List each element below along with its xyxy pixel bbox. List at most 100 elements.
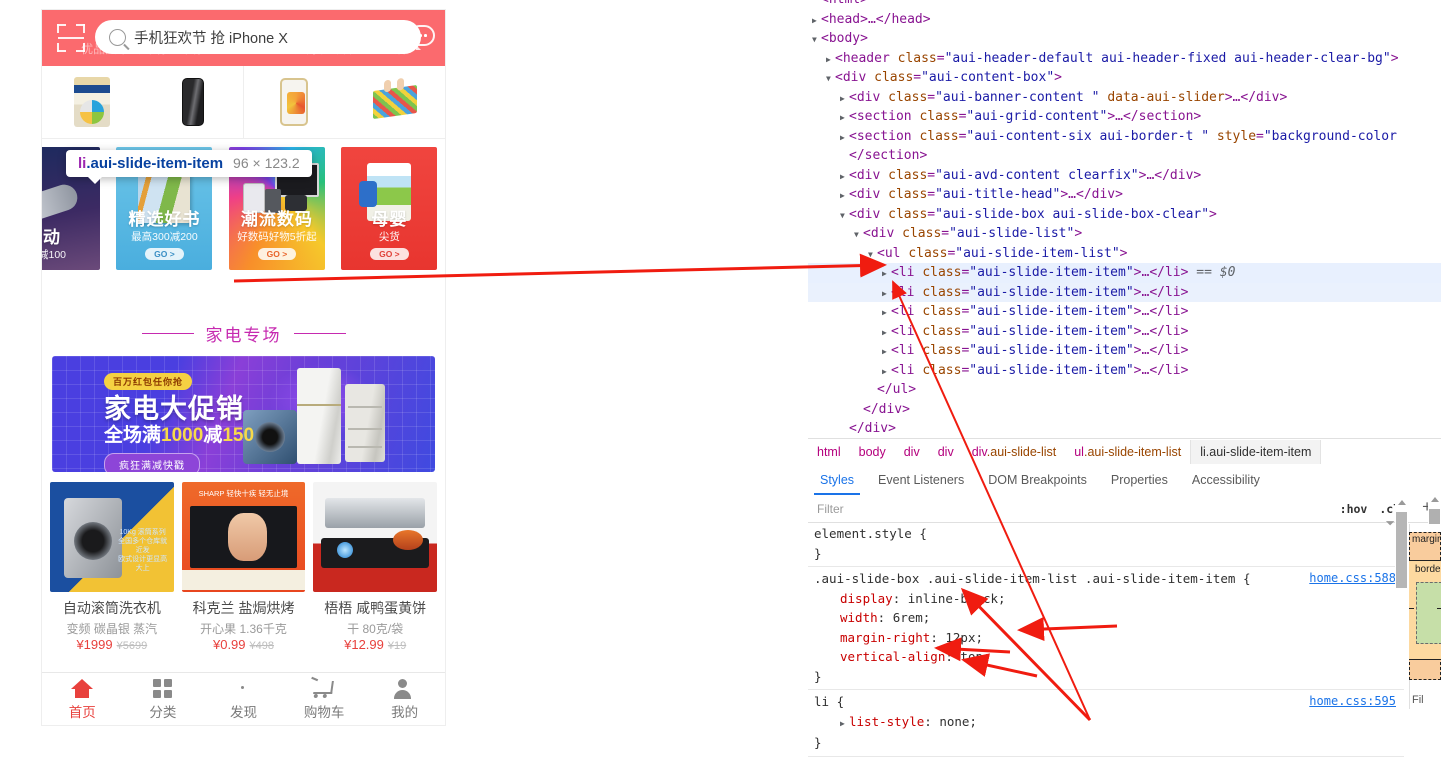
css-declaration[interactable]: margin-right: 12px;	[814, 628, 1404, 648]
tab-dom-breakpoints[interactable]: DOM Breakpoints	[976, 465, 1099, 495]
scroll-thumb[interactable]	[1396, 512, 1407, 588]
disclosure-triangle-icon[interactable]: ▶	[882, 362, 891, 382]
dom-tree-node[interactable]: ▶ <li class="aui-slide-item-item">…</li>	[808, 302, 1441, 322]
dom-tree-node[interactable]: ▶ <li class="aui-slide-item-item">…</li> …	[808, 263, 1441, 283]
disclosure-triangle-icon[interactable]: ▶	[882, 342, 891, 362]
breadcrumb-item[interactable]: html	[808, 440, 850, 465]
disclosure-triangle-icon[interactable]: ▶	[840, 167, 849, 187]
disclosure-triangle-icon[interactable]	[840, 147, 849, 167]
disclosure-triangle-icon[interactable]: ▼	[868, 245, 877, 265]
quick-grid-cell[interactable]	[143, 66, 244, 138]
dom-tree-node[interactable]: ▶ <section class="aui-content-six aui-bor…	[808, 127, 1441, 147]
css-rule[interactable]: li {home.css:595 ▶ list-style: none;}	[808, 690, 1404, 757]
breadcrumb-item[interactable]: body	[850, 440, 895, 465]
disclosure-triangle-icon[interactable]: ▼	[826, 69, 835, 89]
disclosure-triangle-icon[interactable]	[840, 420, 849, 438]
dom-tree-node[interactable]: ▶ <section class="aui-grid-content">…</se…	[808, 107, 1441, 127]
tab-styles[interactable]: Styles	[808, 465, 866, 495]
product-card[interactable]: 梧梧 咸鸭蛋黄饼 干 80克/袋 ¥12.99 ¥19	[313, 482, 438, 652]
slide-item[interactable]: 母婴 尖货 GO >	[341, 147, 438, 270]
breadcrumb-item[interactable]: ul.aui-slide-item-list	[1065, 440, 1190, 465]
mobile-page-preview[interactable]: 优品大聚会 带你逛不停 逛逛好物 发现理想生活 手机狂欢节 抢 iPhone X	[42, 10, 445, 725]
dom-tree-node[interactable]: </div>	[808, 419, 1441, 438]
disclosure-triangle-icon[interactable]: ▼	[840, 206, 849, 226]
dom-tree-node[interactable]: </section>	[808, 146, 1441, 166]
devtools-tab-strip[interactable]: Styles Event Listeners DOM Breakpoints Prop…	[808, 464, 1441, 496]
nav-item-category[interactable]: 分类	[123, 673, 204, 725]
dom-tree-node[interactable]: ▼ <body>	[808, 29, 1441, 49]
dom-tree-node[interactable]: ▶ <li class="aui-slide-item-item">…</li>	[808, 282, 1441, 304]
css-declaration[interactable]: width: 6rem;	[814, 608, 1404, 628]
disclosure-triangle-icon[interactable]	[812, 0, 821, 11]
css-rule[interactable]: .aui-slide-box .aui-slide-item-list .aui…	[808, 567, 1404, 690]
search-input[interactable]: 手机狂欢节 抢 iPhone X	[95, 20, 421, 54]
promo-banner[interactable]: 百万红包任你抢 家电大促销 全场满1000减150 疯狂满减快戳	[52, 356, 435, 472]
dom-tree-node[interactable]: ▶ <li class="aui-slide-item-item">…</li>	[808, 322, 1441, 342]
breadcrumb-item[interactable]: div	[895, 440, 929, 465]
css-selector[interactable]: element.style {	[814, 524, 1404, 544]
dom-tree-node[interactable]: ▼ <div class="aui-slide-box aui-slide-box…	[808, 205, 1441, 225]
css-declaration[interactable]: vertical-align: top;	[814, 647, 1404, 667]
expand-triangle-icon[interactable]: ▶	[840, 714, 849, 734]
nav-item-cart[interactable]: 购物车	[284, 673, 365, 725]
dom-tree-node[interactable]: </div>	[808, 400, 1441, 420]
disclosure-triangle-icon[interactable]: ▼	[812, 30, 821, 50]
dom-tree-node[interactable]: ▶ <div class="aui-banner-content " data-a…	[808, 88, 1441, 108]
disclosure-triangle-icon[interactable]: ▶	[826, 50, 835, 70]
dom-tree-node[interactable]: <html>	[808, 0, 1441, 10]
dom-tree-node[interactable]: ▶ <li class="aui-slide-item-item">…</li>	[808, 361, 1441, 381]
quick-grid-cell[interactable]	[244, 66, 345, 138]
scroll-up-arrow[interactable]	[1398, 500, 1406, 505]
css-rules-pane[interactable]: element.style {} .aui-slide-box .aui-slid…	[808, 522, 1404, 765]
computed-pane-scrollbar[interactable]	[1395, 497, 1408, 609]
dom-tree-node[interactable]: </ul>	[808, 380, 1441, 400]
disclosure-triangle-icon[interactable]: ▶	[840, 108, 849, 128]
breadcrumb-item[interactable]: div.aui-slide-list	[963, 440, 1066, 465]
hov-toggle-button[interactable]: :hov	[1334, 502, 1374, 516]
slide-go-button[interactable]: GO >	[370, 248, 409, 260]
product-card[interactable]: 10Kg 滚筒系列 全国多个仓库就近发 欧式设计更显高大上 自动滚筒洗衣机 变频 碳…	[50, 482, 174, 652]
slide-go-button[interactable]: GO >	[145, 248, 184, 260]
breadcrumb[interactable]: html body div div div.aui-slide-list ul.aui-s…	[808, 438, 1441, 465]
disclosure-triangle-icon[interactable]: ▶	[812, 11, 821, 31]
message-bubble-icon[interactable]	[409, 25, 435, 50]
quick-grid-cell[interactable]	[345, 66, 446, 138]
filter-input[interactable]: Filter	[808, 502, 1334, 516]
dom-tree-node[interactable]: ▶ <header class="aui-header-default aui-h…	[808, 49, 1441, 69]
dom-tree-node[interactable]: ▶ <div class="aui-avd-content clearfix">……	[808, 166, 1441, 186]
css-rule[interactable]: element.style {}	[808, 522, 1404, 567]
dom-tree-node[interactable]: ▼ <ul class="aui-slide-item-list">	[808, 244, 1441, 264]
quick-grid-cell[interactable]	[42, 66, 143, 138]
breadcrumb-item[interactable]: li.aui-slide-item-item	[1190, 439, 1322, 465]
slide-go-button[interactable]: GO >	[257, 248, 297, 260]
dom-tree-node[interactable]: ▶ <div class="aui-title-head">…</div>	[808, 185, 1441, 205]
disclosure-triangle-icon[interactable]: ▶	[840, 186, 849, 206]
disclosure-triangle-icon[interactable]: ▶	[882, 264, 891, 284]
disclosure-triangle-icon[interactable]: ▼	[854, 225, 863, 245]
disclosure-triangle-icon[interactable]	[854, 401, 863, 421]
disclosure-triangle-icon[interactable]	[868, 381, 877, 401]
disclosure-triangle-icon[interactable]: ▶	[882, 284, 891, 304]
css-source-link[interactable]: home.css:588	[1309, 569, 1396, 589]
dom-tree-pane[interactable]: <html>▶<head>…</head>▼<body>▶<header cla…	[808, 0, 1441, 438]
nav-item-home[interactable]: 首页	[42, 673, 123, 725]
css-declaration[interactable]: display: inline-block;	[814, 589, 1404, 609]
disclosure-triangle-icon[interactable]: ▶	[882, 323, 891, 343]
box-model-padding[interactable]	[1416, 582, 1441, 644]
disclosure-triangle-icon[interactable]: ▶	[882, 303, 891, 323]
banner-cta-button[interactable]: 疯狂满减快戳	[104, 453, 200, 472]
css-source-link[interactable]: home.css:595	[1309, 692, 1396, 712]
nav-item-discover[interactable]: 发现	[203, 673, 284, 725]
tab-accessibility[interactable]: Accessibility	[1180, 465, 1272, 495]
scroll-up-arrow[interactable]	[1431, 497, 1439, 502]
disclosure-triangle-icon[interactable]: ▶	[840, 89, 849, 109]
css-declaration[interactable]: ▶ list-style: none;	[814, 712, 1404, 734]
nav-item-mine[interactable]: 我的	[364, 673, 445, 725]
dom-tree-node[interactable]: ▶ <head>…</head>	[808, 10, 1441, 30]
styles-filter-row[interactable]: Filter :hov .cls +	[808, 495, 1441, 523]
tab-event-listeners[interactable]: Event Listeners	[866, 465, 976, 495]
dom-tree-node[interactable]: ▶ <li class="aui-slide-item-item">…</li>	[808, 341, 1441, 361]
tab-properties[interactable]: Properties	[1099, 465, 1180, 495]
scan-qr-icon[interactable]	[57, 24, 85, 52]
dom-tree-node[interactable]: ▼ <div class="aui-slide-list">	[808, 224, 1441, 244]
